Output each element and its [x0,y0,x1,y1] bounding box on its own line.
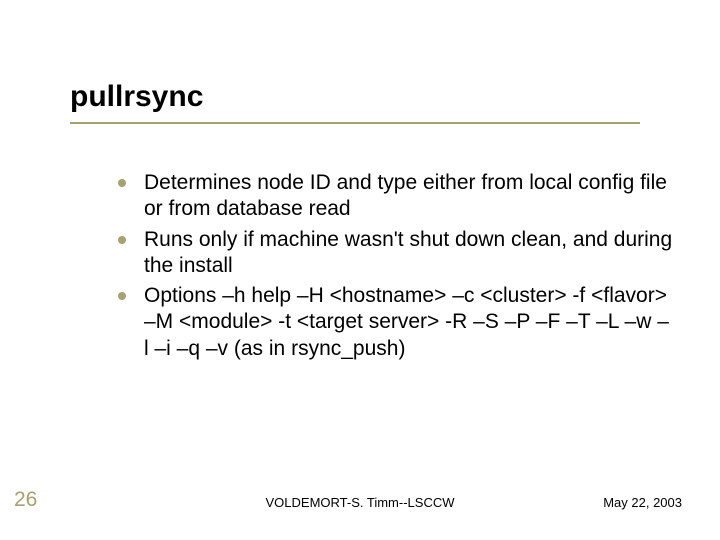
title-underline [70,122,640,124]
bullet-text: Options –h help –H <hostname> –c <cluste… [144,283,673,362]
bullet-icon [118,236,126,244]
bullet-icon [118,179,126,187]
bullet-text: Determines node ID and type either from … [144,170,673,223]
bullet-list: Determines node ID and type either from … [118,170,673,366]
list-item: Options –h help –H <hostname> –c <cluste… [118,283,673,362]
bullet-icon [118,292,126,300]
slide-title: pullrsync [70,80,670,120]
title-block: pullrsync [70,80,670,124]
list-item: Runs only if machine wasn't shut down cl… [118,227,673,280]
bullet-text: Runs only if machine wasn't shut down cl… [144,227,673,280]
footer-date: May 22, 2003 [603,495,682,510]
list-item: Determines node ID and type either from … [118,170,673,223]
